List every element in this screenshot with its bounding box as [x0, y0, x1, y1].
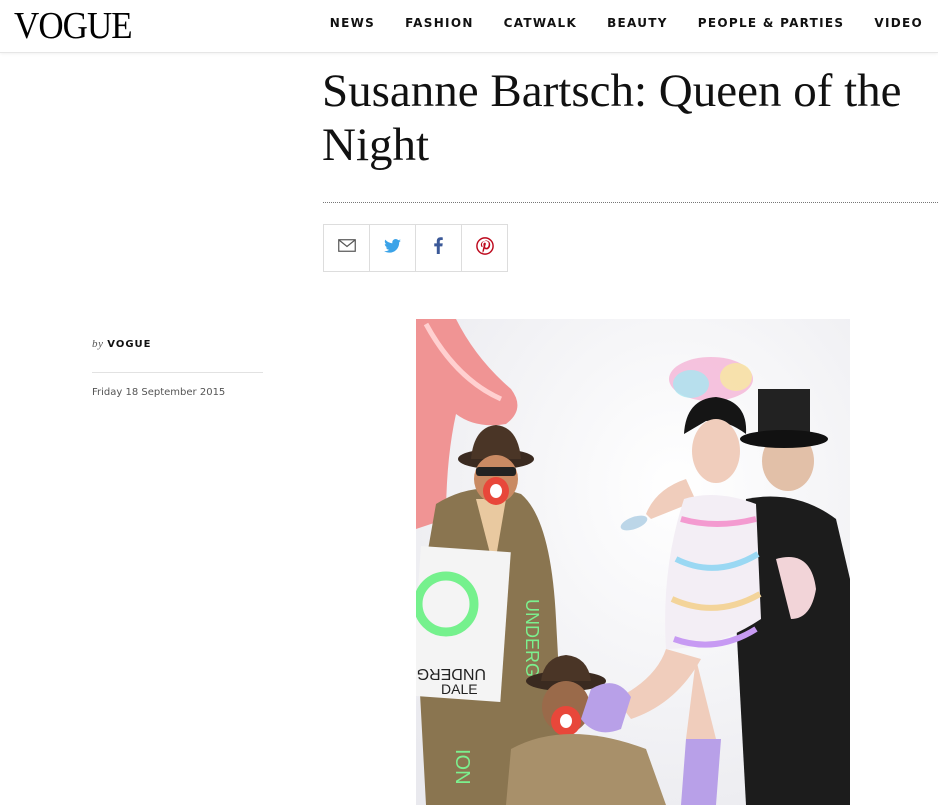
byline-author[interactable]: VOGUE [107, 339, 151, 350]
share-bar [323, 224, 508, 272]
site-header: VOGUE NEWS FASHION CATWALK BEAUTY PEOPLE… [0, 0, 938, 53]
nav-beauty[interactable]: BEAUTY [607, 15, 668, 31]
facebook-icon [434, 237, 443, 259]
byline: by VOGUE [92, 338, 151, 350]
mail-icon [337, 239, 356, 257]
nav-people-parties[interactable]: PEOPLE & PARTIES [698, 15, 845, 31]
nav-fashion[interactable]: FASHION [405, 15, 474, 31]
byline-divider [92, 372, 263, 373]
pinterest-icon [475, 236, 494, 260]
svg-text:UNDERG: UNDERG [417, 665, 486, 682]
article-title: Susanne Bartsch: Queen of the Night [322, 65, 902, 171]
party-photo-illustration: UNDERG DALE UNDERG ION [416, 319, 850, 805]
share-pinterest-button[interactable] [462, 225, 507, 271]
svg-text:UNDERG: UNDERG [522, 599, 542, 677]
svg-text:ION: ION [451, 749, 473, 785]
article-hero-photo: UNDERG DALE UNDERG ION [416, 319, 850, 805]
byline-prefix: by [92, 338, 104, 350]
nav-news[interactable]: NEWS [330, 15, 375, 31]
nav-video[interactable]: VIDEO [874, 15, 923, 31]
twitter-icon [384, 238, 401, 258]
share-facebook-button[interactable] [416, 225, 462, 271]
publish-date: Friday 18 September 2015 [92, 387, 226, 398]
share-email-button[interactable] [324, 225, 370, 271]
nav-catwalk[interactable]: CATWALK [504, 15, 577, 31]
share-twitter-button[interactable] [370, 225, 416, 271]
svg-text:DALE: DALE [441, 681, 478, 697]
title-divider [323, 202, 938, 203]
vogue-logo[interactable]: VOGUE [14, 4, 133, 48]
main-nav: NEWS FASHION CATWALK BEAUTY PEOPLE & PAR… [330, 15, 923, 31]
